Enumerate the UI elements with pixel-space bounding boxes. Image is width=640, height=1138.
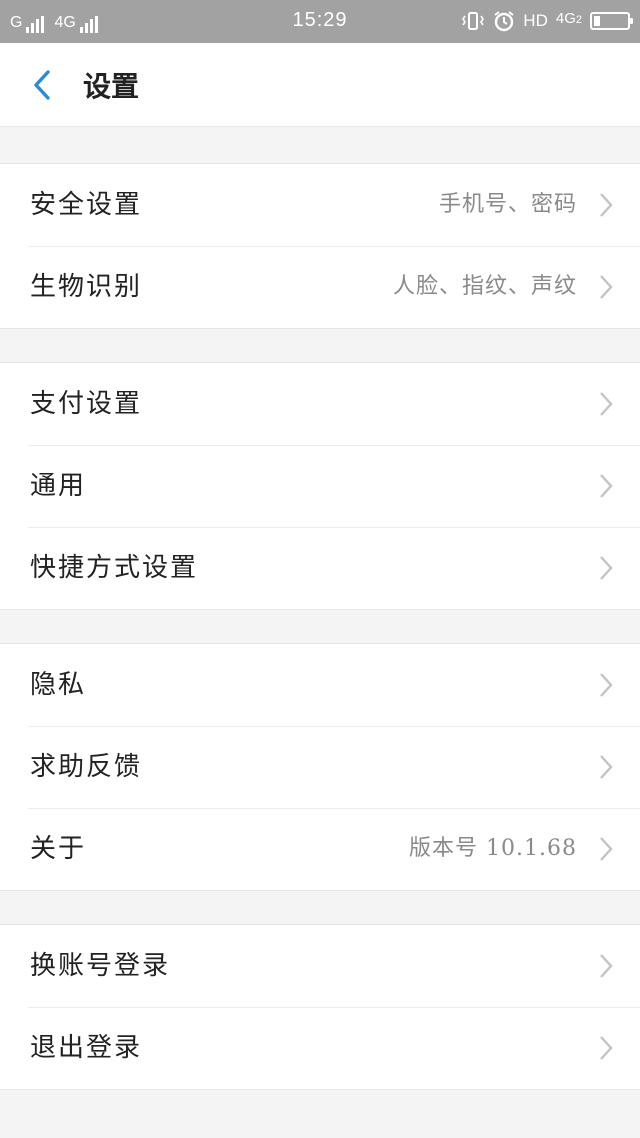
chevron-right-icon [600,837,613,861]
settings-group-account-security: 安全设置 手机号、密码 生物识别 人脸、指纹、声纹 [0,163,640,329]
settings-row-privacy[interactable]: 隐私 [0,644,640,726]
row-label: 支付设置 [30,389,143,419]
settings-row-general[interactable]: 通用 [0,445,640,527]
row-label: 换账号登录 [30,951,171,981]
settings-row-logout[interactable]: 退出登录 [0,1007,640,1089]
chevron-right-icon [600,275,613,299]
chevron-right-icon [600,193,613,217]
network-indicator: 4G2 [556,10,582,27]
status-icons: HD 4G2 [461,9,633,33]
chevron-left-icon[interactable] [22,63,66,107]
row-label: 安全设置 [30,190,143,220]
network-sub-label: 2 [575,13,582,26]
status-bar: G 4G 15:29 HD 4G2 [0,0,640,43]
settings-row-switch-account[interactable]: 换账号登录 [0,925,640,1007]
chevron-right-icon [600,556,613,580]
version-value: 版本号 10.1.68 [409,836,577,861]
chevron-right-icon [600,474,613,498]
chevron-right-icon [600,1036,613,1060]
row-label: 隐私 [30,670,87,700]
chevron-right-icon [600,954,613,978]
row-label: 退出登录 [30,1033,143,1063]
vibrate-icon [462,12,485,30]
row-label: 关于 [30,834,87,864]
settings-row-security[interactable]: 安全设置 手机号、密码 [0,164,640,246]
row-label: 生物识别 [30,272,143,302]
navigation-bar: 设置 [0,43,640,127]
alarm-icon [494,11,514,32]
settings-row-payment[interactable]: 支付设置 [0,363,640,445]
network-label: 4G [555,9,576,27]
settings-row-biometrics[interactable]: 生物识别 人脸、指纹、声纹 [0,246,640,328]
settings-group-account: 换账号登录 退出登录 [0,924,640,1090]
settings-group-general: 支付设置 通用 快捷方式设置 [0,362,640,610]
row-label: 快捷方式设置 [30,553,199,583]
row-label: 求助反馈 [30,752,143,782]
settings-row-shortcuts[interactable]: 快捷方式设置 [0,527,640,609]
row-value: 人脸、指纹、声纹 [392,274,577,299]
chevron-right-icon [600,673,613,697]
hd-label: HD [523,11,548,30]
page-title: 设置 [83,70,140,103]
chevron-right-icon [600,392,613,416]
row-label: 通用 [30,471,87,501]
settings-group-support: 隐私 求助反馈 关于 版本号 10.1.68 [0,643,640,891]
battery-icon [590,12,633,30]
row-value: 手机号、密码 [438,192,577,217]
chevron-right-icon [600,755,613,779]
settings-row-about[interactable]: 关于 版本号 10.1.68 [0,808,640,890]
settings-row-feedback[interactable]: 求助反馈 [0,726,640,808]
